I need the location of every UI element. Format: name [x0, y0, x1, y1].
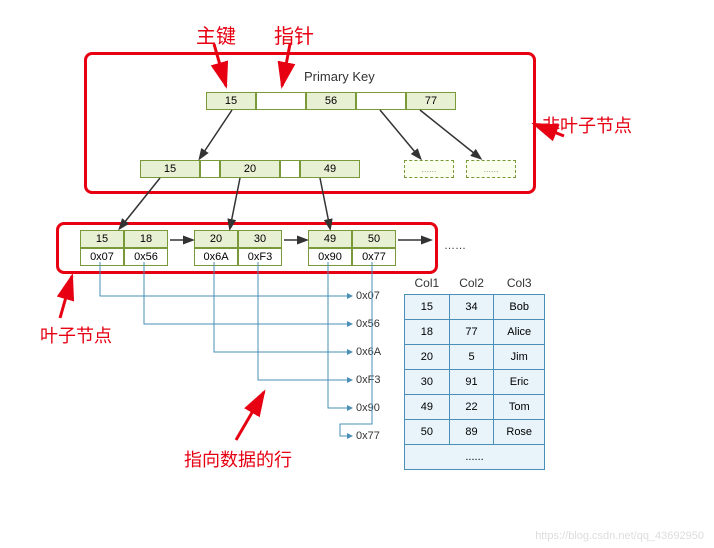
level2-dash2: ...... — [466, 160, 516, 178]
leaf-key: 50 — [352, 230, 396, 248]
label-row-pointer: 指向数据的行 — [184, 446, 292, 472]
root-key: 56 — [306, 92, 356, 110]
label-primary-key-cn: 主键 — [196, 20, 236, 49]
leaf-key: 30 — [238, 230, 282, 248]
leaf-ptr: 0x77 — [352, 248, 396, 266]
leaf-ptr: 0xF3 — [238, 248, 282, 266]
leaf-2: 4950 0x900x77 — [308, 230, 396, 266]
addr-2: 0x6A — [356, 346, 381, 358]
leaf-ptr: 0x6A — [194, 248, 238, 266]
table-row: 205Jim — [405, 345, 545, 370]
leaf-key: 15 — [80, 230, 124, 248]
table-row: 1877Alice — [405, 320, 545, 345]
leaf-key: 49 — [308, 230, 352, 248]
leaf-1: 2030 0x6A0xF3 — [194, 230, 282, 266]
root-gap — [256, 92, 306, 110]
table-header: Col1 Col2 Col3 — [405, 272, 545, 295]
table-row: 1534Bob — [405, 295, 545, 320]
root-gap — [356, 92, 406, 110]
table-row: 5089Rose — [405, 420, 545, 445]
l2-gap — [200, 160, 220, 178]
addr-3: 0xF3 — [356, 374, 380, 386]
addr-1: 0x56 — [356, 318, 380, 330]
root-key: 77 — [406, 92, 456, 110]
data-table: Col1 Col2 Col3 1534Bob 1877Alice 205Jim … — [404, 272, 545, 470]
leaf-ellipsis: …… — [444, 240, 466, 252]
table-row: 4922Tom — [405, 395, 545, 420]
root-key: 15 — [206, 92, 256, 110]
col-header: Col3 — [494, 272, 545, 295]
leaf-key: 20 — [194, 230, 238, 248]
l2-key: 20 — [220, 160, 280, 178]
table-row: ...... — [405, 445, 545, 470]
leaf-ptr: 0x07 — [80, 248, 124, 266]
level2-node: 15 20 49 — [140, 160, 360, 178]
col-header: Col2 — [449, 272, 494, 295]
leaf-key: 18 — [124, 230, 168, 248]
addr-4: 0x90 — [356, 402, 380, 414]
l2-gap — [280, 160, 300, 178]
root-node: 15 56 77 — [206, 92, 456, 110]
watermark: https://blog.csdn.net/qq_43692950 — [535, 530, 704, 542]
leaf-ptr: 0x90 — [308, 248, 352, 266]
leaf-ptr: 0x56 — [124, 248, 168, 266]
col-header: Col1 — [405, 272, 450, 295]
label-leaf: 叶子节点 — [40, 322, 112, 348]
l2-key: 49 — [300, 160, 360, 178]
label-non-leaf: 非叶子节点 — [542, 112, 632, 138]
addr-5: 0x77 — [356, 430, 380, 442]
addr-0: 0x07 — [356, 290, 380, 302]
level2-dash1: ...... — [404, 160, 454, 178]
leaf-0: 1518 0x070x56 — [80, 230, 168, 266]
table-row: 3091Eric — [405, 370, 545, 395]
label-pointer-cn: 指针 — [274, 20, 314, 49]
l2-key: 15 — [140, 160, 200, 178]
